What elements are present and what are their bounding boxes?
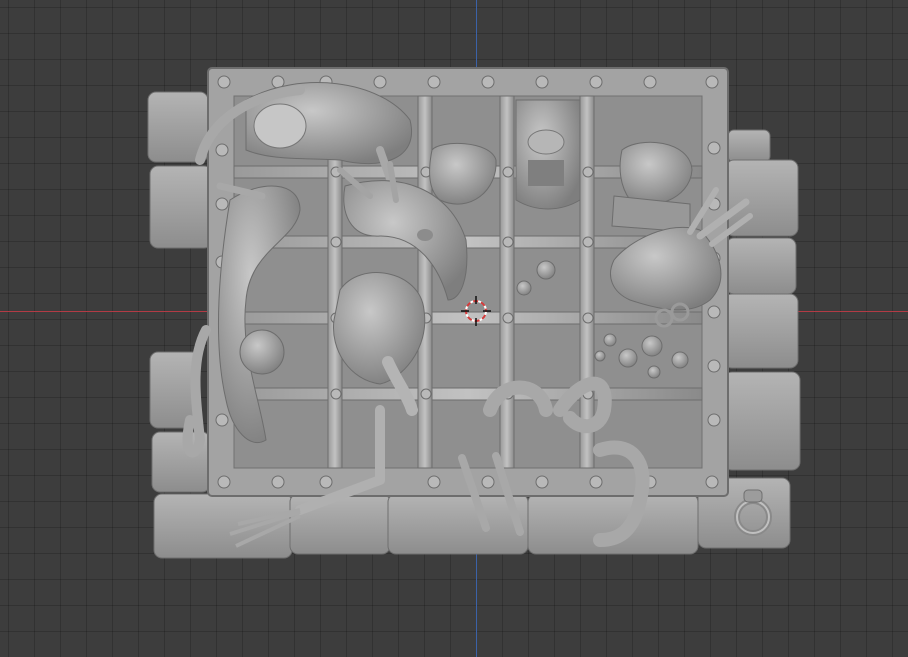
sculpt-model[interactable] [0,0,908,657]
3d-viewport[interactable] [0,0,908,657]
pig-face-creature [515,99,581,210]
